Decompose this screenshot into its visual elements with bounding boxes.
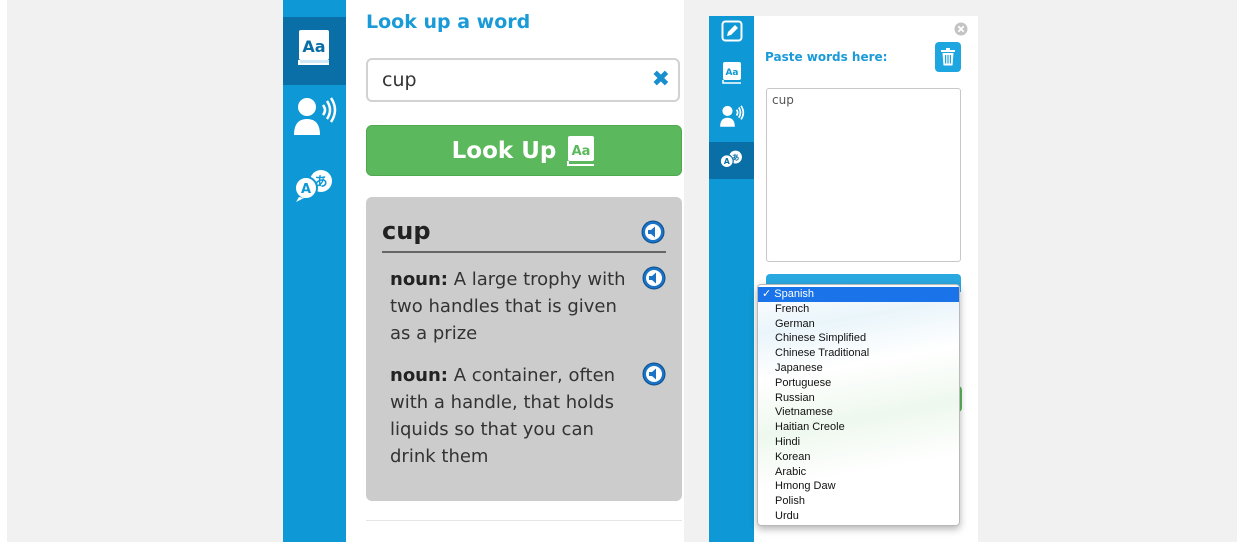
language-option[interactable]: ✓ Spanish xyxy=(758,287,959,302)
language-option[interactable]: Chinese Traditional xyxy=(758,346,959,361)
look-up-button-label: Look Up xyxy=(451,137,557,164)
speaker-icon[interactable] xyxy=(642,266,666,290)
translate-icon: あ A xyxy=(294,170,332,202)
language-option[interactable]: Vietnamese xyxy=(758,405,959,420)
trash-icon xyxy=(941,48,955,66)
lookup-panel: Look up a word cup ✖ Look Up Aa cup noun… xyxy=(346,0,684,542)
sidebar-item-translate[interactable]: あ A xyxy=(717,147,747,173)
language-option-label: Japanese xyxy=(775,361,823,374)
definition-card: cup noun: A large trophy with two handle… xyxy=(366,197,682,501)
language-option[interactable]: Hmong Daw xyxy=(758,479,959,494)
page-title: Look up a word xyxy=(366,11,531,33)
sidebar-item-dictionary[interactable]: Aa xyxy=(295,27,333,67)
definition-word: cup xyxy=(382,217,431,245)
part-of-speech: noun: xyxy=(390,365,449,386)
language-option[interactable]: Polish xyxy=(758,494,959,509)
language-option[interactable]: Urdu xyxy=(758,509,959,524)
sidebar-item-dictionary[interactable]: Aa xyxy=(720,60,744,86)
language-option-label: Portuguese xyxy=(775,376,832,389)
language-option-label: Urdu xyxy=(775,509,799,522)
language-option-label: Chinese Simplified xyxy=(775,332,867,345)
right-top-gap xyxy=(709,0,978,16)
edit-icon xyxy=(721,20,743,42)
svg-text:Aa: Aa xyxy=(302,37,325,56)
dictionary-icon: Aa xyxy=(567,135,595,166)
language-option-label: Hindi xyxy=(775,435,801,448)
language-option-label: Chinese Traditional xyxy=(775,347,870,360)
speaker-person-icon xyxy=(294,97,337,135)
svg-text:A: A xyxy=(724,157,730,166)
language-option-label: Vietnamese xyxy=(775,406,833,419)
definition-divider xyxy=(382,251,666,253)
left-margin xyxy=(7,0,283,542)
part-of-speech: noun: xyxy=(390,269,449,290)
translate-icon: あ A xyxy=(719,150,742,169)
language-option-label: Spanish xyxy=(774,288,815,300)
right-margin xyxy=(978,0,1237,542)
close-icon[interactable] xyxy=(954,22,968,36)
look-up-button[interactable]: Look Up Aa xyxy=(366,125,682,176)
language-option-label: Korean xyxy=(775,450,811,463)
definition-entry: noun: A large trophy with two handles th… xyxy=(390,266,640,347)
speaker-icon[interactable] xyxy=(642,362,666,386)
language-option[interactable]: Portuguese xyxy=(758,376,959,391)
svg-text:A: A xyxy=(301,182,311,197)
language-options-list: ✓ Spanish French German Chinese Simplified C… xyxy=(758,287,959,524)
sidebar-item-speech[interactable] xyxy=(718,102,746,130)
checkmark-icon: ✓ xyxy=(762,288,775,300)
search-input-value: cup xyxy=(382,69,417,91)
language-dropdown-menu[interactable]: ✓ Spanish French German Chinese Simplified C… xyxy=(757,284,960,526)
svg-text:Aa: Aa xyxy=(572,144,591,159)
language-option-label: Hmong Daw xyxy=(775,480,836,493)
right-sidebar: Aa あ A xyxy=(709,16,754,542)
language-option[interactable]: Russian xyxy=(758,391,959,406)
sidebar-item-edit[interactable] xyxy=(720,18,744,44)
language-option-label: Haitian Creole xyxy=(775,421,845,434)
language-option[interactable]: Chinese Simplified xyxy=(758,331,959,346)
paste-label: Paste words here: xyxy=(765,50,888,64)
center-gap xyxy=(684,0,709,542)
definition-entry: noun: A container, often with a handle, … xyxy=(390,362,640,470)
language-option[interactable]: Haitian Creole xyxy=(758,420,959,435)
language-option[interactable]: Hindi xyxy=(758,435,959,450)
dictionary-icon: Aa xyxy=(722,62,741,84)
language-option[interactable]: Arabic xyxy=(758,465,959,480)
language-option-label: Polish xyxy=(775,495,805,508)
language-option[interactable]: French xyxy=(758,302,959,317)
language-option-label: French xyxy=(775,302,810,315)
sidebar-item-translate[interactable]: あ A xyxy=(290,166,340,206)
language-option-label: German xyxy=(775,317,815,330)
svg-text:Aa: Aa xyxy=(725,68,738,78)
speaker-icon[interactable] xyxy=(641,220,665,244)
language-option[interactable]: Korean xyxy=(758,450,959,465)
language-option-label: Russian xyxy=(775,391,815,404)
panel-bottom-divider xyxy=(366,520,682,521)
speaker-person-icon xyxy=(720,105,745,127)
search-input[interactable]: cup ✖ xyxy=(366,58,680,102)
left-sidebar: Aa あ A xyxy=(283,0,346,542)
language-option[interactable]: Japanese xyxy=(758,361,959,376)
sidebar-item-speech[interactable] xyxy=(291,94,339,138)
dictionary-icon: Aa xyxy=(298,30,329,65)
clear-words-button[interactable] xyxy=(935,42,961,72)
language-option[interactable]: German xyxy=(758,317,959,332)
clear-icon[interactable]: ✖ xyxy=(652,67,670,93)
paste-words-textarea[interactable]: cup xyxy=(766,88,961,262)
language-option-label: Arabic xyxy=(775,465,807,478)
